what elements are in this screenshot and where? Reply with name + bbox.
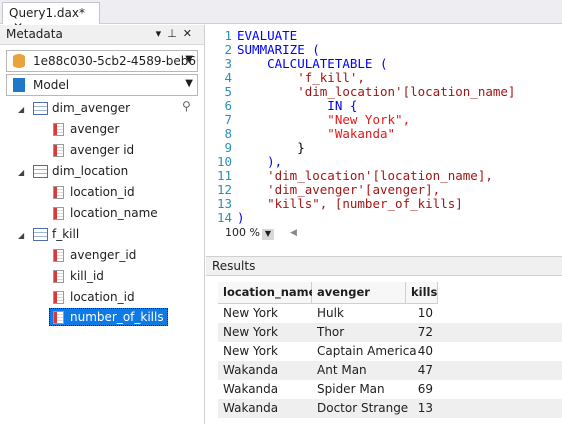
column-avenger-id[interactable]: avenger_id bbox=[53, 248, 136, 268]
expand-icon[interactable]: ◢ bbox=[18, 231, 24, 240]
column-icon bbox=[53, 186, 64, 199]
table-cell: Wakanda bbox=[223, 382, 279, 396]
code-line: 4 'f_kill', bbox=[224, 70, 365, 85]
server-select[interactable]: 1e88c030-5cb2-4589-beb6 ▼ bbox=[6, 50, 198, 72]
table-cell: Doctor Strange bbox=[317, 401, 409, 415]
chevron-down-icon[interactable]: ▼ bbox=[261, 229, 274, 240]
zoom-control[interactable]: 100 % ▼ bbox=[225, 226, 274, 240]
pin-icon[interactable]: ⊥ bbox=[167, 27, 183, 40]
query-editor[interactable]: 1 EVALUATE 2 SUMMARIZE ( 3 CALCULATETABLE … bbox=[206, 25, 562, 242]
chevron-down-icon[interactable]: ▼ bbox=[185, 78, 193, 89]
table-cell: New York bbox=[223, 344, 278, 358]
code-line: 11 'dim_location'[location_name], bbox=[216, 168, 493, 183]
table-cell: Wakanda bbox=[223, 401, 279, 415]
column-icon bbox=[53, 270, 64, 283]
tab-strip: Query1.dax* ✕ bbox=[0, 0, 562, 34]
code-line: 12 'dim_avenger'[avenger], bbox=[216, 182, 441, 197]
tab-query1[interactable]: Query1.dax* ✕ bbox=[2, 2, 100, 34]
database-icon bbox=[13, 54, 25, 68]
metadata-header: Metadata ▾⊥✕ bbox=[0, 25, 204, 45]
column-avenger[interactable]: avenger bbox=[53, 122, 119, 142]
server-value: 1e88c030-5cb2-4589-beb6 bbox=[33, 54, 197, 68]
column-header[interactable]: location_name bbox=[218, 282, 316, 304]
code-line: 5 'dim_location'[location_name] bbox=[224, 84, 516, 99]
close-icon[interactable]: ✕ bbox=[183, 27, 198, 40]
model-select[interactable]: Model ▼ bbox=[6, 74, 198, 96]
chevron-down-icon[interactable]: ▼ bbox=[185, 54, 193, 65]
code-line: 7 "New York", bbox=[224, 112, 411, 127]
column-location-id[interactable]: location_id bbox=[53, 185, 135, 205]
tab-title: Query1.dax* bbox=[9, 6, 85, 20]
code-line: 1 EVALUATE bbox=[224, 28, 298, 43]
code-line: 9 } bbox=[224, 140, 305, 155]
table-icon bbox=[33, 165, 48, 178]
code-line: 8 "Wakanda" bbox=[224, 126, 396, 141]
metadata-title: Metadata bbox=[6, 27, 63, 41]
column-icon bbox=[53, 144, 64, 157]
table-cell: New York bbox=[223, 306, 278, 320]
code-line: 14) bbox=[216, 210, 245, 225]
zoom-value: 100 % bbox=[225, 226, 260, 239]
table-dim-location[interactable]: dim_location bbox=[33, 164, 128, 184]
column-avenger-id[interactable]: avenger id bbox=[53, 143, 134, 163]
table-cell: Spider Man bbox=[317, 382, 385, 396]
search-icon[interactable]: ⚲ bbox=[182, 99, 191, 113]
column-icon bbox=[53, 291, 64, 304]
table-cell: Wakanda bbox=[223, 363, 279, 377]
column-icon bbox=[53, 311, 64, 324]
code-line: 2 SUMMARIZE ( bbox=[224, 42, 320, 57]
table-icon bbox=[33, 102, 48, 115]
code-line: 10 ), bbox=[216, 154, 283, 169]
table-icon bbox=[33, 228, 48, 241]
column-icon bbox=[53, 123, 64, 136]
table-cell: 72 bbox=[417, 325, 433, 339]
measure-number-of-kills[interactable]: number_of_kills bbox=[49, 308, 168, 330]
table-cell: Captain America bbox=[317, 344, 417, 358]
table-cell: 47 bbox=[417, 363, 433, 377]
results-title: Results bbox=[212, 259, 256, 273]
column-location-id[interactable]: location_id bbox=[53, 290, 135, 310]
expand-icon[interactable]: ◢ bbox=[18, 105, 24, 114]
code-line: 3 CALCULATETABLE ( bbox=[224, 56, 388, 71]
table-cell: New York bbox=[223, 325, 278, 339]
table-cell: 69 bbox=[417, 382, 433, 396]
code-line: 13 "kills", [number_of_kills] bbox=[216, 196, 463, 211]
column-header[interactable]: kills bbox=[406, 282, 438, 304]
column-icon bbox=[53, 207, 64, 220]
table-cell: 40 bbox=[417, 344, 433, 358]
table-cell: Thor bbox=[317, 325, 345, 339]
cube-icon bbox=[13, 78, 25, 92]
table-cell: 13 bbox=[417, 401, 433, 415]
model-value: Model bbox=[33, 78, 70, 92]
table-f-kill[interactable]: f_kill bbox=[33, 227, 79, 247]
expand-icon[interactable]: ◢ bbox=[18, 168, 24, 177]
table-cell: Hulk bbox=[317, 306, 344, 320]
column-kill-id[interactable]: kill_id bbox=[53, 269, 104, 289]
dropdown-icon[interactable]: ▾ bbox=[156, 27, 168, 40]
column-header[interactable]: avenger bbox=[312, 282, 406, 304]
results-header: Results bbox=[206, 256, 562, 276]
code-line: 6 IN { bbox=[224, 98, 358, 113]
column-location-name[interactable]: location_name bbox=[53, 206, 158, 226]
table-cell: 10 bbox=[417, 306, 433, 320]
table-cell: Ant Man bbox=[317, 363, 367, 377]
column-icon bbox=[53, 249, 64, 262]
scroll-left-icon[interactable]: ◀ bbox=[290, 228, 297, 238]
table-dim-avenger[interactable]: dim_avenger bbox=[33, 101, 130, 121]
